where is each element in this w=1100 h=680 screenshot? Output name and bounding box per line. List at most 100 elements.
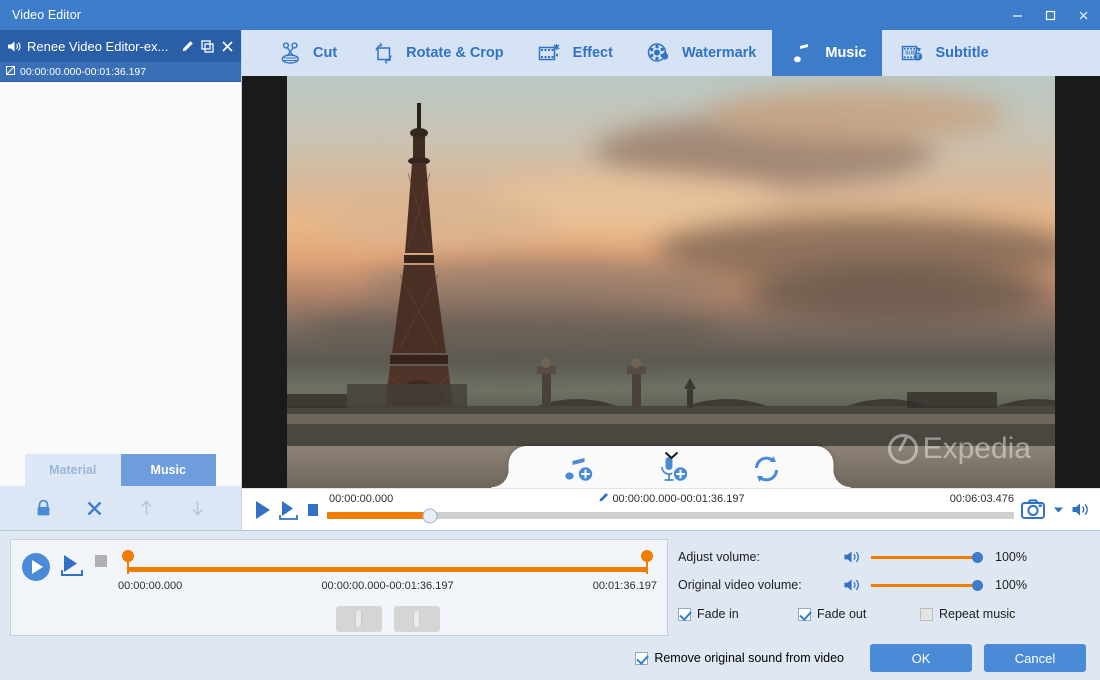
move-down-icon[interactable] <box>182 499 212 517</box>
duplicate-icon[interactable] <box>201 40 214 53</box>
file-name-label: Renee Video Editor-ex... <box>27 39 168 54</box>
player-timeline: 00:00:00.000 00:00:00.000-00:01:36.197 0… <box>327 489 1014 530</box>
music-end-marker[interactable] <box>641 550 653 574</box>
fade-out-checkbox[interactable]: Fade out <box>798 607 920 621</box>
player-progress-track[interactable] <box>327 512 1014 519</box>
add-music-button[interactable] <box>560 454 596 484</box>
edit-pencil-icon[interactable] <box>181 40 194 53</box>
fade-in-label: Fade in <box>697 607 739 621</box>
cancel-button[interactable]: Cancel <box>984 644 1086 672</box>
lock-icon[interactable] <box>29 499 59 517</box>
selection-range: 00:00:00.000-00:01:36.197 <box>612 493 744 505</box>
repeat-music-box <box>920 608 933 621</box>
music-time-labels: 00:00:00.000 00:00:00.000-00:01:36.197 0… <box>118 580 657 592</box>
music-timeline[interactable]: 00:00:00.000 00:00:00.000-00:01:36.197 0… <box>118 548 657 627</box>
watermark-text: Expedia <box>923 432 1031 466</box>
original-volume-thumb[interactable] <box>972 580 983 591</box>
tab-rotate-crop[interactable]: Rotate & Crop <box>353 30 519 76</box>
handle-glyph-right <box>413 611 420 627</box>
music-overlay-bar <box>509 446 834 488</box>
fade-in-checkbox[interactable]: Fade in <box>678 607 798 621</box>
delete-icon[interactable] <box>80 500 110 517</box>
original-volume-label: Original video volume: <box>678 578 843 592</box>
repeat-music-label: Repeat music <box>939 607 1015 621</box>
adjust-volume-thumb[interactable] <box>972 552 983 563</box>
tab-rotate-crop-label: Rotate & Crop <box>406 45 503 61</box>
clip-item[interactable]: 00:00:00.000-00:01:36.197 <box>0 62 241 82</box>
play-button[interactable] <box>254 500 272 520</box>
fade-in-box <box>678 608 691 621</box>
snapshot-button[interactable] <box>1021 499 1046 520</box>
volume-icon[interactable] <box>1071 501 1090 518</box>
music-play-selection-button[interactable] <box>60 552 84 583</box>
dialog-footer: Remove original sound from video OK Canc… <box>0 636 1100 680</box>
adjust-volume-speaker-icon[interactable] <box>843 549 865 565</box>
remove-original-sound-checkbox[interactable]: Remove original sound from video <box>635 651 844 665</box>
file-header: Renee Video Editor-ex... <box>0 30 241 62</box>
ok-button[interactable]: OK <box>870 644 972 672</box>
replace-music-button[interactable] <box>750 454 782 484</box>
pause-handle-right[interactable] <box>394 606 440 632</box>
remove-original-sound-label: Remove original sound from video <box>654 651 844 665</box>
expedia-logo-icon <box>888 434 918 464</box>
adjust-volume-row: Adjust volume: 100% <box>678 543 1090 571</box>
tab-effect[interactable]: Effect <box>520 30 629 76</box>
sidebar-empty-area <box>0 82 241 454</box>
original-volume-row: Original video volume: 100% <box>678 571 1090 599</box>
tab-watermark[interactable]: Watermark <box>629 30 772 76</box>
tab-subtitle[interactable]: SUB T Subtitle <box>882 30 1004 76</box>
main-body: Renee Video Editor-ex... <box>0 30 1100 530</box>
rotate-crop-icon <box>369 41 397 66</box>
original-volume-value: 100% <box>995 578 1027 592</box>
scissors-icon <box>276 41 304 66</box>
maximize-button[interactable] <box>1034 0 1067 30</box>
adjust-volume-label: Adjust volume: <box>678 550 843 564</box>
original-volume-speaker-icon[interactable] <box>843 577 865 593</box>
adjust-volume-slider[interactable] <box>871 549 983 565</box>
selection-range-group: 00:00:00.000-00:01:36.197 <box>598 492 744 506</box>
end-marker-head <box>641 550 653 562</box>
pencil-icon[interactable] <box>598 492 609 506</box>
repeat-music-checkbox[interactable]: Repeat music <box>920 607 1015 621</box>
minimize-button[interactable] <box>1001 0 1034 30</box>
editor-toolbar: Cut Rotate & Crop <box>242 30 1100 76</box>
close-button[interactable] <box>1067 0 1100 30</box>
sidebar-tab-music[interactable]: Music <box>121 454 217 486</box>
video-preview[interactable]: Expedia <box>242 76 1100 488</box>
chevron-down-icon[interactable] <box>664 451 679 460</box>
music-track[interactable] <box>128 567 647 572</box>
close-icon[interactable] <box>221 40 234 53</box>
music-start-marker[interactable] <box>122 550 134 574</box>
music-end-time: 00:01:36.197 <box>593 580 657 592</box>
play-selection-button[interactable] <box>279 499 299 521</box>
tab-watermark-label: Watermark <box>682 45 756 61</box>
music-trim-panel: 00:00:00.000 00:00:00.000-00:01:36.197 0… <box>10 539 668 636</box>
player-time-row: 00:00:00.000 00:00:00.000-00:01:36.197 0… <box>327 492 1014 506</box>
tab-music[interactable]: Music <box>772 30 882 76</box>
tab-cut-label: Cut <box>313 45 337 61</box>
audio-checkbox-row: Fade in Fade out Repeat music <box>678 607 1090 621</box>
sidebar-tool-row <box>0 486 241 530</box>
original-volume-slider[interactable] <box>871 577 983 593</box>
start-marker-stem <box>127 562 129 574</box>
handle-glyph-left <box>355 611 362 627</box>
caret-down-icon[interactable] <box>1053 506 1064 514</box>
title-bar: Video Editor <box>0 0 1100 30</box>
file-header-actions <box>181 40 234 53</box>
audio-settings: Adjust volume: 100% <box>678 539 1090 636</box>
sidebar: Renee Video Editor-ex... <box>0 30 242 530</box>
tab-music-label: Music <box>825 45 866 61</box>
tab-subtitle-label: Subtitle <box>935 45 988 61</box>
stop-button[interactable] <box>306 502 320 518</box>
speaker-icon <box>7 40 22 53</box>
watermark-expedia: Expedia <box>888 432 1031 466</box>
music-play-button[interactable] <box>21 552 51 587</box>
tab-cut[interactable]: Cut <box>260 30 353 76</box>
pause-handle-left[interactable] <box>336 606 382 632</box>
move-up-icon[interactable] <box>131 499 161 517</box>
music-stop-button[interactable] <box>93 552 109 575</box>
video-frame: Expedia <box>287 76 1055 488</box>
player-control-bar: 00:00:00.000 00:00:00.000-00:01:36.197 0… <box>242 488 1100 530</box>
player-progress-thumb[interactable] <box>423 508 438 523</box>
sidebar-tab-material[interactable]: Material <box>25 454 121 486</box>
